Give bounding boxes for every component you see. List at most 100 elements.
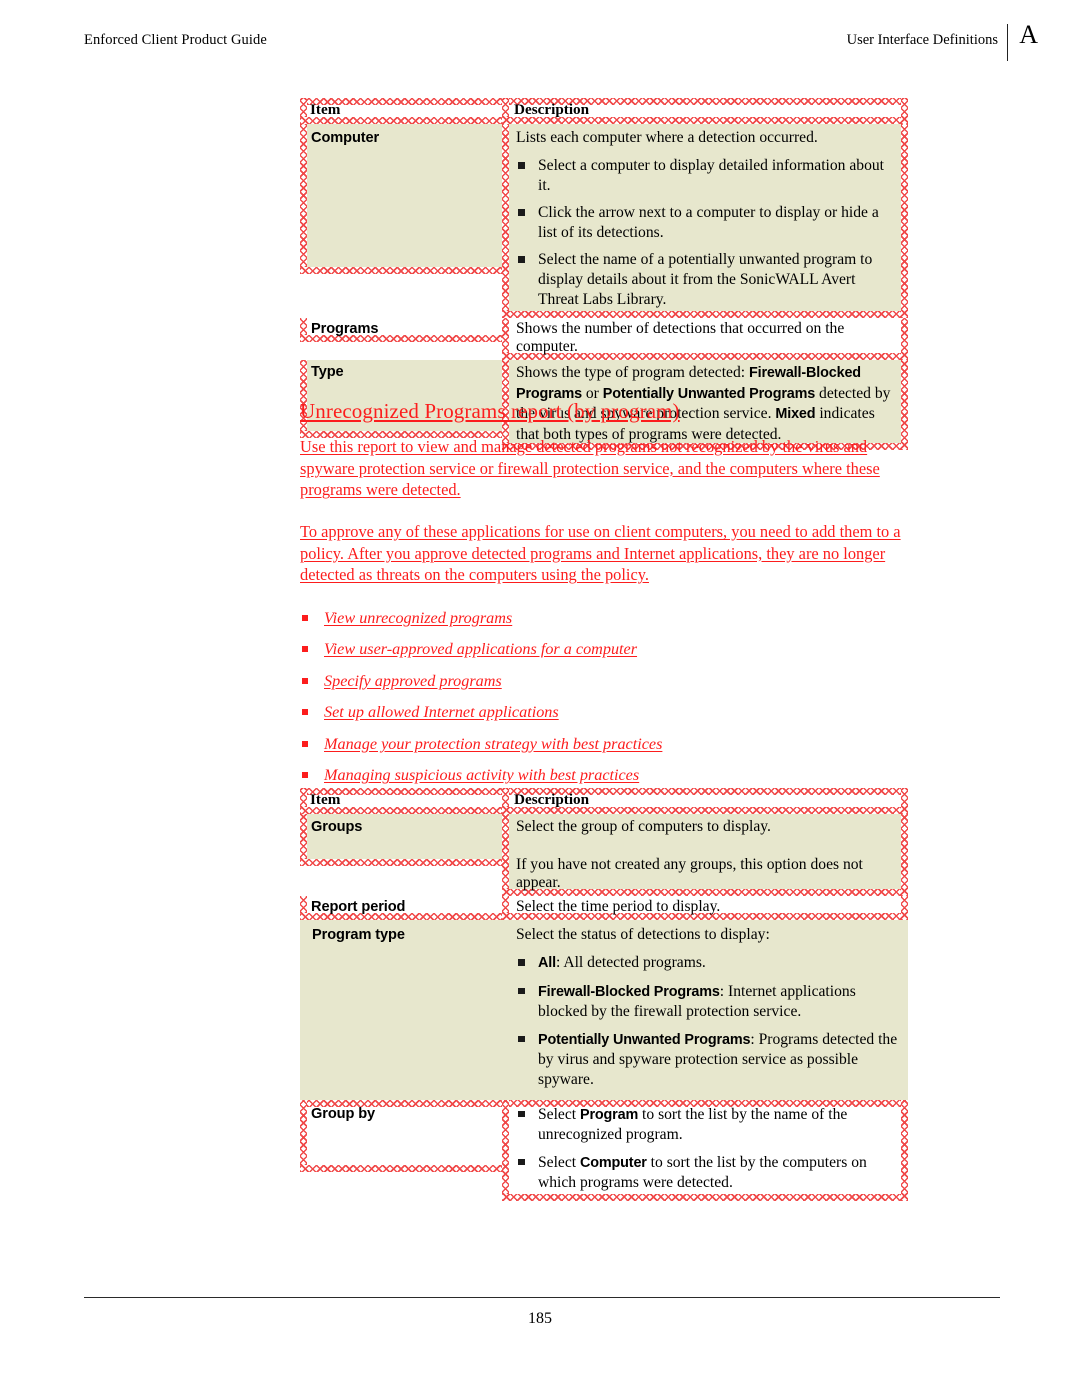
table-cell-description: Lists each computer where a detection oc…: [502, 124, 908, 319]
row-label-computer: Computer: [311, 130, 380, 146]
related-links-list: View unrecognized programs View user-app…: [300, 608, 910, 786]
bullet-square-icon: [518, 209, 525, 216]
list-item-text: Select a computer to display detailed in…: [538, 157, 884, 194]
change-bar-bottom: [300, 267, 502, 274]
link-set-up-allowed-internet-applications[interactable]: Set up allowed Internet applications: [324, 703, 559, 721]
row-label-programs: Programs: [311, 321, 379, 338]
bullet-square-icon: [302, 614, 308, 621]
bullet-square-icon: [302, 677, 308, 684]
row-label-report-period: Report period: [311, 899, 406, 915]
bullet-square-icon: [302, 709, 308, 716]
link-manage-protection-strategy[interactable]: Manage your protection strategy with bes…: [324, 735, 662, 753]
table-cell-item: Computer: [300, 124, 502, 318]
list-item: View user-approved applications for a co…: [300, 639, 910, 659]
ui-term-all: All: [538, 955, 556, 971]
cell-text-part1: Shows the type of program detected:: [516, 364, 749, 382]
table-header-cell-description: Description: [502, 98, 908, 124]
table-row: Programs Shows the number of detections …: [300, 318, 908, 361]
table-row: Group by Select Program to sort the list: [300, 1099, 908, 1201]
change-bar-bottom: [300, 859, 502, 866]
table-header-cell-item: Item: [300, 98, 502, 124]
table-row: Program type Select the status of detect…: [300, 920, 908, 1100]
list-item: Specify approved programs: [300, 671, 910, 691]
table-header-cell-item: Item: [300, 788, 502, 814]
list-item: All: All detected programs.: [516, 953, 898, 974]
list-item-text-pre: Select: [538, 1153, 580, 1171]
table-row: Report period Select the time period to …: [300, 896, 908, 920]
link-view-unrecognized-programs[interactable]: View unrecognized programs: [324, 609, 512, 627]
list-item: Potentially Unwanted Programs: Programs …: [516, 1030, 898, 1090]
cell-intro-text: Lists each computer where a detection oc…: [516, 129, 818, 146]
cell-bullet-list: Select Program to sort the list by the n…: [516, 1105, 898, 1193]
cell-text-line2: If you have not created any groups, this…: [516, 856, 863, 891]
list-item: View unrecognized programs: [300, 608, 910, 628]
running-head: Enforced Client Product Guide User Inter…: [0, 22, 1080, 66]
list-item-text-pre: Select: [538, 1105, 580, 1123]
section-body: Unrecognized Programs report (by program…: [300, 398, 910, 797]
change-bar-bottom: [300, 1164, 502, 1172]
running-head-divider: [1006, 24, 1008, 61]
table-cell-item: Group by: [300, 1099, 502, 1201]
list-item-text: Select the name of a potentially unwante…: [538, 251, 873, 308]
appendix-letter: A: [1019, 20, 1038, 49]
row-label-group-by: Group by: [311, 1105, 376, 1122]
bullet-square-icon: [518, 959, 525, 966]
list-item: Select Program to sort the list by the n…: [516, 1105, 898, 1145]
row-label-program-type: Program type: [312, 927, 405, 943]
table-cell-description: Select Program to sort the list by the n…: [502, 1099, 908, 1201]
link-specify-approved-programs[interactable]: Specify approved programs: [324, 672, 502, 690]
running-head-right: User Interface Definitions: [846, 32, 998, 48]
list-item: Select a computer to display detailed in…: [516, 156, 896, 195]
list-item: Set up allowed Internet applications: [300, 702, 910, 722]
link-managing-suspicious-activity[interactable]: Managing suspicious activity with best p…: [324, 766, 639, 784]
table-header-row: Item Description: [300, 98, 908, 124]
cell-text: Shows the number of detections that occu…: [516, 320, 845, 356]
list-item: Firewall-Blocked Programs: Internet appl…: [516, 982, 898, 1022]
list-item: Click the arrow next to a computer to di…: [516, 203, 896, 242]
list-item: Select Computer to sort the list by the …: [516, 1153, 898, 1193]
column-header-description: Description: [514, 791, 590, 808]
cell-text: Select the time period to display.: [516, 898, 721, 915]
page-title: Unrecognized Programs report (by program…: [300, 399, 680, 423]
table-cell-item: Programs: [300, 318, 502, 360]
table-row: Computer Lists each computer where a det…: [300, 124, 908, 319]
table-cell-description: Select the group of computers to display…: [502, 814, 908, 896]
cell-bullet-list: Select a computer to display detailed in…: [516, 156, 896, 309]
bullet-square-icon: [518, 162, 525, 169]
bullet-square-icon: [302, 646, 308, 653]
bullet-square-icon: [518, 1158, 525, 1166]
computer-detections-table: Item Description Computer Lists each com…: [300, 98, 908, 450]
list-item-text: Click the arrow next to a computer to di…: [538, 204, 879, 241]
table-cell-description: Select the time period to display.: [502, 896, 908, 920]
table-row: Groups Select the group of computers to …: [300, 814, 908, 896]
footer-rule: [84, 1297, 1000, 1299]
table-header-cell-description: Description: [502, 788, 908, 814]
table-cell-description: Shows the number of detections that occu…: [502, 318, 908, 361]
column-header-item: Item: [310, 101, 341, 118]
bullet-square-icon: [518, 987, 525, 995]
column-header-description: Description: [514, 101, 590, 118]
list-item: Manage your protection strategy with bes…: [300, 734, 910, 754]
table-header-row: Item Description: [300, 788, 908, 814]
list-item: Managing suspicious activity with best p…: [300, 765, 910, 785]
table-cell-item: Program type: [300, 920, 502, 1100]
section-paragraph-2: To approve any of these applications for…: [300, 522, 901, 585]
column-header-item: Item: [310, 791, 341, 808]
ui-term-potentially-unwanted-programs: Potentially Unwanted Programs: [538, 1031, 751, 1048]
table-cell-item: Groups: [300, 814, 502, 896]
link-view-user-approved-applications[interactable]: View user-approved applications for a co…: [324, 640, 637, 658]
ui-term-program: Program: [580, 1106, 639, 1123]
bullet-square-icon: [302, 772, 308, 779]
page-number: 185: [528, 1310, 552, 1327]
section-paragraph-1: Use this report to view and manage detec…: [300, 437, 880, 500]
running-head-left: Enforced Client Product Guide: [84, 32, 267, 48]
list-item-text: : All detected programs.: [555, 954, 706, 971]
row-label-groups: Groups: [311, 819, 363, 835]
ui-term-computer: Computer: [580, 1154, 647, 1171]
cell-intro-text: Select the status of detections to displ…: [516, 926, 770, 943]
cell-bullet-list: All: All detected programs. Firewall-Blo…: [516, 953, 898, 1090]
table-cell-description: Select the status of detections to displ…: [502, 920, 908, 1100]
table-cell-item: Report period: [300, 896, 502, 920]
bullet-square-icon: [518, 256, 525, 263]
